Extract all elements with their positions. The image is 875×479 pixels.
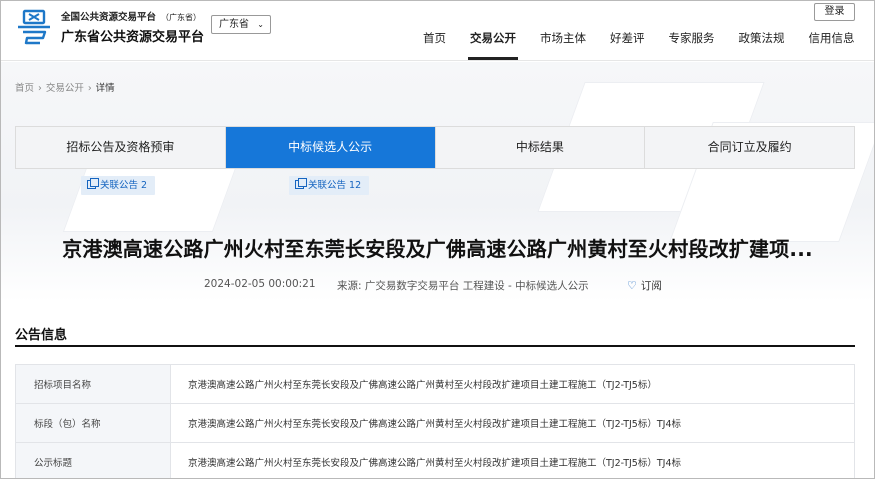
main-nav: 首页 交易公开 市场主体 好差评 专家服务 政策法规 信用信息	[411, 30, 867, 60]
org-small-name: 全国公共资源交易平台 （广东省）	[61, 12, 202, 23]
nav-expert-service[interactable]: 专家服务	[657, 30, 727, 60]
tab-candidate-publicity[interactable]: 中标候选人公示	[225, 127, 436, 168]
copy-icon	[87, 178, 99, 189]
breadcrumb-home[interactable]: 首页	[15, 83, 34, 94]
tab-contract[interactable]: 合同订立及履约	[645, 127, 854, 168]
row-value: 京港澳高速公路广州火村至东莞长安段及广佛高速公路广州黄村至火村段改扩建项目土建工…	[170, 403, 855, 443]
table-row: 标段（包）名称 京港澳高速公路广州火村至东莞长安段及广佛高速公路广州黄村至火村段…	[15, 403, 855, 443]
row-key: 标段（包）名称	[15, 403, 171, 443]
row-value: 京港澳高速公路广州火村至东莞长安段及广佛高速公路广州黄村至火村段改扩建项目土建工…	[170, 442, 855, 478]
nav-trade-public[interactable]: 交易公开	[458, 30, 528, 60]
nav-market-entity[interactable]: 市场主体	[528, 30, 598, 60]
subscribe-button[interactable]: ♡ 订阅	[627, 278, 662, 293]
page-title: 京港澳高速公路广州火村至东莞长安段及广佛高速公路广州黄村至火村段改扩建项...	[62, 237, 813, 261]
heart-icon: ♡	[627, 279, 637, 292]
publish-date: 2024-02-05 00:00:21	[204, 278, 316, 290]
section-divider	[15, 345, 855, 347]
login-button[interactable]: 登录	[814, 3, 855, 21]
row-key: 公示标题	[15, 442, 171, 478]
nav-policy[interactable]: 政策法规	[727, 30, 797, 60]
region-select[interactable]: 广东省 ⌄	[211, 15, 271, 34]
row-key: 招标项目名称	[15, 364, 171, 404]
nav-home[interactable]: 首页	[411, 30, 458, 60]
breadcrumb-current: 详情	[95, 83, 115, 94]
table-row: 招标项目名称 京港澳高速公路广州火村至东莞长安段及广佛高速公路广州黄村至火村段改…	[15, 364, 855, 404]
notice-info-table: 招标项目名称 京港澳高速公路广州火村至东莞长安段及广佛高速公路广州黄村至火村段改…	[15, 364, 855, 478]
row-value: 京港澳高速公路广州火村至东莞长安段及广佛高速公路广州黄村至火村段改扩建项目土建工…	[170, 364, 855, 404]
tab-bid-result[interactable]: 中标结果	[436, 127, 646, 168]
section-title: 公告信息	[15, 328, 68, 343]
chevron-down-icon: ⌄	[257, 20, 264, 29]
table-row: 公示标题 京港澳高速公路广州火村至东莞长安段及广佛高速公路广州黄村至火村段改扩建…	[15, 442, 855, 478]
breadcrumb-trade[interactable]: 交易公开	[46, 83, 84, 94]
site-header: 全国公共资源交易平台 （广东省） 广东省公共资源交易平台 广东省 ⌄ 登录 首页 交…	[1, 1, 874, 61]
related-notice-button[interactable]: 关联公告 12	[289, 176, 370, 195]
related-notice-button[interactable]: 关联公告 2	[81, 176, 156, 195]
breadcrumb: 首页 › 交易公开 › 详情	[15, 83, 115, 94]
tab-tender-notice[interactable]: 招标公告及资格预审	[16, 127, 226, 168]
yue-character-logo-icon[interactable]	[15, 8, 53, 46]
org-big-name: 广东省公共资源交易平台	[61, 30, 205, 45]
nav-rating[interactable]: 好差评	[598, 30, 657, 60]
browser-frame: 全国公共资源交易平台 （广东省） 广东省公共资源交易平台 广东省 ⌄ 登录 首页 交…	[0, 0, 875, 479]
nav-credit[interactable]: 信用信息	[797, 30, 867, 60]
notice-meta: 2024-02-05 00:00:21 来源: 广交易数字交易平台 工程建设 -…	[1, 278, 874, 294]
source-text: 来源: 广交易数字交易平台 工程建设 - 中标候选人公示	[337, 280, 589, 292]
stage-tabs: 招标公告及资格预审 中标候选人公示 中标结果 合同订立及履约	[15, 126, 855, 169]
copy-icon	[295, 178, 307, 189]
